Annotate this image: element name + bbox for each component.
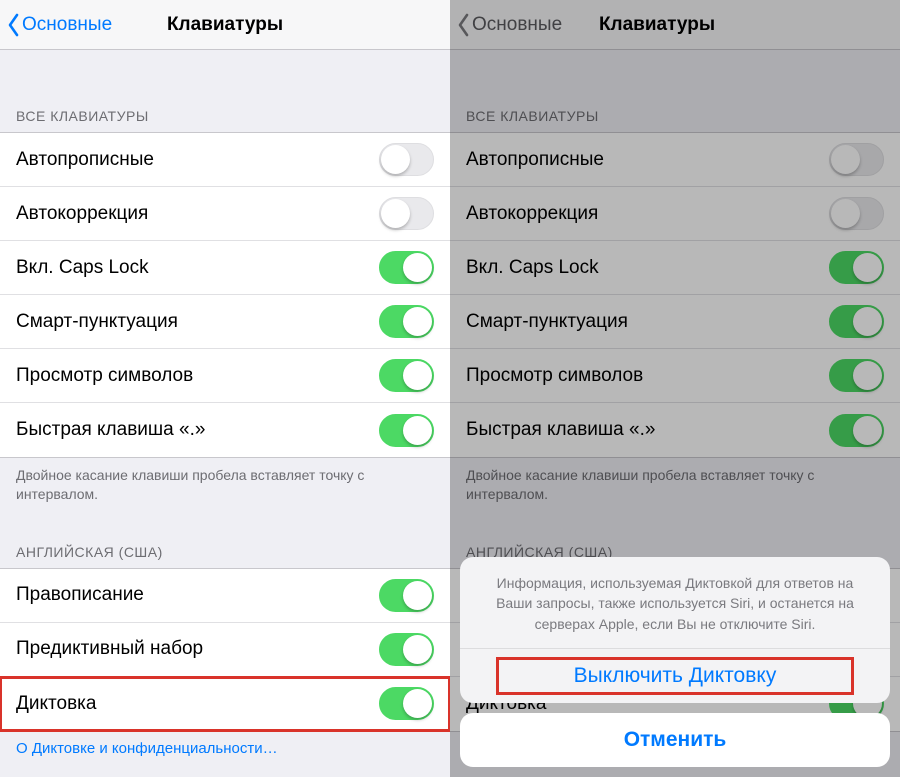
row-smart-punct: Смарт-пунктуация <box>450 295 900 349</box>
cancel-button[interactable]: Отменить <box>460 713 890 767</box>
nav-title: Клавиатуры <box>599 14 715 36</box>
row-label: Правописание <box>16 584 144 606</box>
row-caps-lock[interactable]: Вкл. Caps Lock <box>0 241 450 295</box>
settings-pane-left: Основные Клавиатуры ВСЕ КЛАВИАТУРЫ Автоп… <box>0 0 450 777</box>
row-label: Автокоррекция <box>16 203 148 225</box>
toggle-knob <box>403 635 432 664</box>
section-header-all-keyboards: ВСЕ КЛАВИАТУРЫ <box>0 50 450 132</box>
row-char-preview[interactable]: Просмотр символов <box>0 349 450 403</box>
row-label: Быстрая клавиша «.» <box>16 419 205 441</box>
toggle-predictive[interactable] <box>379 633 434 666</box>
toggle-char-preview <box>829 359 884 392</box>
nav-bar: Основные Клавиатуры <box>0 0 450 50</box>
chevron-left-icon <box>456 13 470 37</box>
row-auto-caps[interactable]: Автопрописные <box>0 133 450 187</box>
toggle-knob <box>403 689 432 718</box>
nav-bar: Основные Клавиатуры <box>450 0 900 50</box>
action-sheet-message: Информация, используемая Диктовкой для о… <box>460 557 890 649</box>
row-label: Вкл. Caps Lock <box>16 257 149 279</box>
toggle-auto-caps <box>829 143 884 176</box>
row-auto-caps: Автопрописные <box>450 133 900 187</box>
section-footer-all-keyboards: Двойное касание клавиши пробела вставляе… <box>0 458 450 518</box>
toggle-auto-caps[interactable] <box>379 143 434 176</box>
toggle-knob <box>853 416 882 445</box>
action-sheet: Информация, используемая Диктовкой для о… <box>460 557 890 767</box>
row-label: Смарт-пунктуация <box>466 311 628 333</box>
settings-pane-right: Основные Клавиатуры ВСЕ КЛАВИАТУРЫ Автоп… <box>450 0 900 777</box>
row-smart-punct[interactable]: Смарт-пунктуация <box>0 295 450 349</box>
row-auto-correct: Автокоррекция <box>450 187 900 241</box>
back-label: Основные <box>472 14 562 36</box>
nav-title: Клавиатуры <box>167 14 283 36</box>
action-sheet-card: Информация, используемая Диктовкой для о… <box>460 557 890 703</box>
row-label: Предиктивный набор <box>16 638 203 660</box>
toggle-knob <box>403 581 432 610</box>
section-header-all-keyboards: ВСЕ КЛАВИАТУРЫ <box>450 50 900 132</box>
group-all-keyboards: Автопрописные Автокоррекция Вкл. Caps Lo… <box>450 132 900 458</box>
row-label: Быстрая клавиша «.» <box>466 419 655 441</box>
row-label: Просмотр символов <box>16 365 193 387</box>
toggle-knob <box>831 199 860 228</box>
row-label: Диктовка <box>16 693 96 715</box>
toggle-smart-punct <box>829 305 884 338</box>
row-label: Автокоррекция <box>466 203 598 225</box>
group-english: Правописание Предиктивный набор Диктовка <box>0 568 450 732</box>
group-all-keyboards: Автопрописные Автокоррекция Вкл. Caps Lo… <box>0 132 450 458</box>
toggle-knob <box>403 253 432 282</box>
row-label: Просмотр символов <box>466 365 643 387</box>
back-button: Основные <box>456 13 562 37</box>
dictation-privacy-link[interactable]: О Диктовке и конфиденциальности… <box>0 732 450 771</box>
toggle-knob <box>403 416 432 445</box>
toggle-knob <box>403 307 432 336</box>
toggle-spell-check[interactable] <box>379 579 434 612</box>
row-period-shortcut: Быстрая клавиша «.» <box>450 403 900 457</box>
row-label: Автопрописные <box>466 149 604 171</box>
toggle-auto-correct <box>829 197 884 230</box>
toggle-knob <box>853 307 882 336</box>
row-char-preview: Просмотр символов <box>450 349 900 403</box>
section-header-english: АНГЛИЙСКАЯ (США) <box>0 518 450 568</box>
toggle-knob <box>853 253 882 282</box>
row-label: Смарт-пунктуация <box>16 311 178 333</box>
toggle-char-preview[interactable] <box>379 359 434 392</box>
toggle-knob <box>831 145 860 174</box>
row-period-shortcut[interactable]: Быстрая клавиша «.» <box>0 403 450 457</box>
toggle-caps-lock <box>829 251 884 284</box>
toggle-smart-punct[interactable] <box>379 305 434 338</box>
toggle-period-shortcut[interactable] <box>379 414 434 447</box>
toggle-knob <box>381 145 410 174</box>
toggle-knob <box>853 361 882 390</box>
row-auto-correct[interactable]: Автокоррекция <box>0 187 450 241</box>
row-spell-check[interactable]: Правописание <box>0 569 450 623</box>
row-predictive[interactable]: Предиктивный набор <box>0 623 450 677</box>
disable-dictation-button[interactable]: Выключить Диктовку <box>460 649 890 703</box>
row-label: Вкл. Caps Lock <box>466 257 599 279</box>
toggle-dictation[interactable] <box>379 687 434 720</box>
row-caps-lock: Вкл. Caps Lock <box>450 241 900 295</box>
toggle-knob <box>403 361 432 390</box>
row-label: Автопрописные <box>16 149 154 171</box>
toggle-auto-correct[interactable] <box>379 197 434 230</box>
back-button[interactable]: Основные <box>6 13 112 37</box>
toggle-caps-lock[interactable] <box>379 251 434 284</box>
row-dictation[interactable]: Диктовка <box>0 677 450 731</box>
toggle-knob <box>381 199 410 228</box>
back-label: Основные <box>22 14 112 36</box>
settings-content: ВСЕ КЛАВИАТУРЫ Автопрописные Автокоррекц… <box>0 50 450 771</box>
toggle-period-shortcut <box>829 414 884 447</box>
section-footer-all-keyboards: Двойное касание клавиши пробела вставляе… <box>450 458 900 518</box>
chevron-left-icon <box>6 13 20 37</box>
